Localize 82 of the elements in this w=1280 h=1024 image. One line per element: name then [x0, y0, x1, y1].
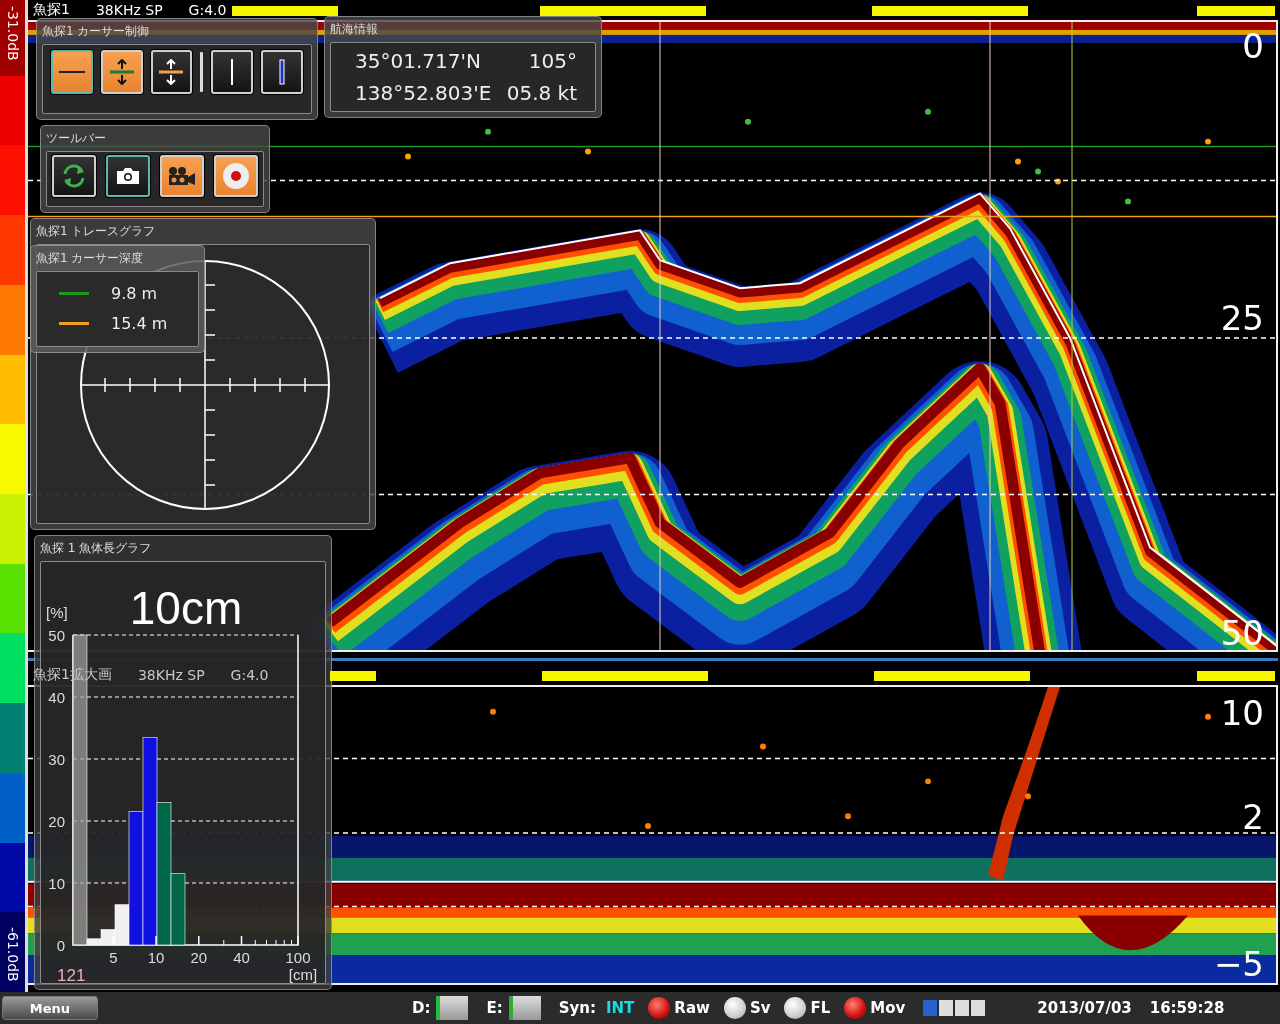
e-indicator — [508, 996, 541, 1020]
gain-label: G:4.0 — [230, 667, 269, 683]
panel-title: 魚探1 カーサー深度 — [36, 250, 145, 267]
lamp-label: Mov — [870, 999, 906, 1017]
menu-button[interactable]: Menu — [2, 996, 98, 1020]
scale-color-band — [0, 215, 25, 285]
e-label: E: — [486, 999, 503, 1017]
y-tick-label: 50 — [48, 627, 65, 644]
gain-label: G:4.0 — [188, 2, 227, 18]
vertical-line-icon — [230, 59, 235, 85]
depth-label: −5 — [1213, 946, 1264, 982]
cursor-depth-value: 15.4 m — [111, 313, 168, 333]
x-tick-label: 40 — [233, 949, 250, 966]
camera-icon — [116, 167, 140, 185]
scale-color-band — [0, 424, 25, 495]
toolbar-button[interactable] — [52, 155, 96, 197]
d-label: D: — [412, 999, 431, 1017]
cursor-mode-button[interactable] — [100, 50, 143, 94]
heading: 105° — [527, 49, 577, 73]
y-tick-label: 10 — [48, 875, 65, 892]
x-tick-label: 100 — [285, 949, 311, 966]
cursor-mode-button[interactable] — [150, 50, 193, 94]
distance-marker — [330, 671, 376, 681]
fish-length-value: 10cm — [129, 582, 243, 634]
toolbar-button[interactable] — [106, 155, 150, 197]
x-tick-label: 5 — [109, 949, 118, 966]
date: 2013/07/03 — [1037, 999, 1132, 1017]
scale-color-band — [0, 703, 25, 773]
video-camera-icon — [167, 166, 197, 186]
scale-color-band — [0, 75, 25, 146]
up-down-arrows-icon — [108, 59, 135, 85]
vertical-bar-icon — [279, 59, 286, 85]
scale-color-band — [0, 772, 25, 843]
sounder-name: 魚探1 — [33, 1, 70, 19]
y-axis-label: [%] — [46, 604, 68, 621]
scale-color-band — [0, 494, 25, 564]
y-tick-label: 40 — [48, 689, 65, 706]
lamp-label: Raw — [674, 999, 710, 1017]
x-tick-label: 20 — [190, 949, 208, 966]
panel-title: 魚探1 カーサー制御 — [42, 23, 151, 40]
scale-min-label: -61.0dB — [0, 912, 25, 993]
button-separator — [200, 52, 204, 92]
refresh-icon — [61, 163, 87, 189]
frequency-label: 38KHz SP — [137, 667, 205, 683]
cursor-mode-button[interactable] — [211, 50, 254, 94]
toolbar-button[interactable] — [160, 155, 204, 197]
y-tick-label: 20 — [48, 813, 65, 830]
scale-color-band — [0, 284, 25, 355]
cursor-depth-value: 9.8 m — [111, 283, 158, 303]
scale-color-band — [0, 145, 25, 216]
cursor-mode-button[interactable] — [51, 50, 93, 94]
sync-label: Syn: — [558, 999, 596, 1017]
up-down-arrows-icon — [158, 59, 185, 85]
record-icon — [222, 162, 250, 190]
horizontal-line-icon — [58, 70, 85, 74]
scale-color-band — [0, 633, 25, 704]
time: 16:59:28 — [1149, 999, 1225, 1017]
frequency-label: 38KHz SP — [95, 2, 163, 18]
sample-count: 121 — [57, 966, 86, 985]
speed: 05.8 kt — [506, 81, 577, 105]
scale-color-band — [0, 842, 25, 913]
longitude: 138°52.803'E — [355, 81, 493, 105]
x-tick-label: 10 — [147, 949, 165, 966]
unit-annotation: [cm] — [288, 966, 318, 983]
depth-label: 2 — [1242, 799, 1264, 835]
depth-label: 25 — [1220, 300, 1264, 336]
y-tick-label: 30 — [48, 751, 65, 768]
scale-color-band — [0, 563, 25, 634]
panel-title: 魚探 1 魚体長グラフ — [40, 540, 153, 557]
y-tick-label: 0 — [56, 937, 65, 954]
panel-title: 航海情報 — [330, 21, 379, 38]
panel-title: 魚探1 トレースグラフ — [36, 223, 157, 240]
lamp-label: Sv — [749, 999, 771, 1017]
cursor-mode-button[interactable] — [261, 50, 303, 94]
sync-value: INT — [605, 999, 635, 1017]
latitude: 35°01.717'N — [355, 49, 482, 73]
lamp-label: FL — [810, 999, 831, 1017]
depth-label: 10 — [1220, 695, 1264, 731]
panel-title: ツールバー — [46, 130, 107, 147]
scale-color-band — [0, 354, 25, 425]
d-indicator — [436, 996, 469, 1020]
scale-max-label: -31.0dB — [0, 0, 25, 76]
